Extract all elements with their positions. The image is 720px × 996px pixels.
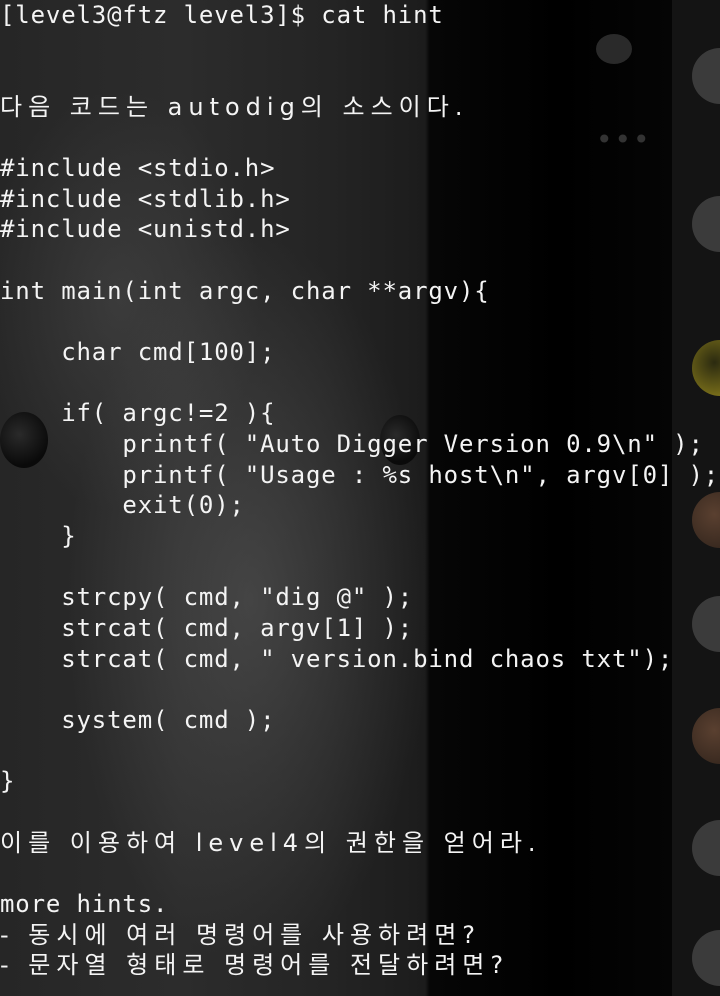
code-line: } [0, 767, 16, 795]
code-line: strcat( cmd, argv[1] ); [0, 614, 414, 642]
code-line: strcat( cmd, " version.bind chaos txt"); [0, 645, 674, 673]
code-line: exit(0); [0, 491, 245, 519]
hint-item: - 문자열 형태로 명령어를 전달하려면? [0, 951, 510, 979]
hint-goal-line: 이를 이용하여 level4의 권한을 얻어라. [0, 829, 542, 857]
code-line: #include <unistd.h> [0, 215, 291, 243]
code-line: printf( "Usage : %s host\n", argv[0] ); [0, 461, 720, 489]
more-hints-heading: more hints. [0, 890, 169, 918]
terminal-output[interactable]: [level3@ftz level3]$ cat hint 다음 코드는 aut… [0, 0, 720, 996]
code-line: char cmd[100]; [0, 338, 276, 366]
code-line: #include <stdio.h> [0, 154, 276, 182]
screen: ••• [level3@ftz level3]$ cat hint 다음 코드는… [0, 0, 720, 996]
code-line: strcpy( cmd, "dig @" ); [0, 583, 414, 611]
code-line: } [0, 522, 77, 550]
code-line: if( argc!=2 ){ [0, 399, 276, 427]
code-line: #include <stdlib.h> [0, 185, 291, 213]
code-line: printf( "Auto Digger Version 0.9\n" ); [0, 430, 704, 458]
prompt-line: [level3@ftz level3]$ cat hint [0, 1, 444, 29]
hint-item: - 동시에 여러 명령어를 사용하려면? [0, 921, 482, 949]
hint-intro-line: 다음 코드는 autodig의 소스이다. [0, 93, 469, 121]
code-line: system( cmd ); [0, 706, 276, 734]
code-line: int main(int argc, char **argv){ [0, 277, 490, 305]
